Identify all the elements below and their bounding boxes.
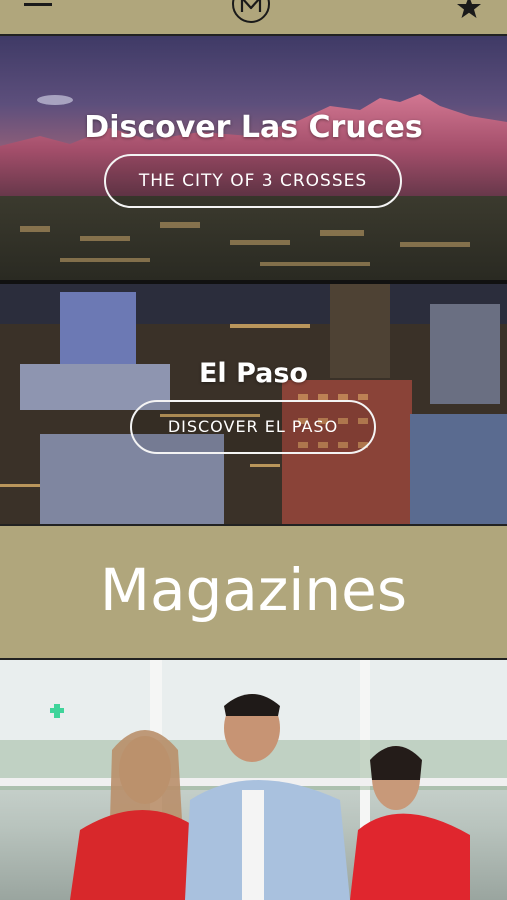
magazine-cover-image[interactable] [0,660,507,900]
star-icon[interactable] [457,0,481,18]
las-cruces-title: Discover Las Cruces [84,110,423,145]
people-photo [0,660,507,900]
logo-icon [232,0,270,23]
hamburger-menu-icon[interactable] [24,0,52,10]
city-of-3-crosses-button[interactable]: THE CITY OF 3 CROSSES [104,154,402,208]
top-bar [0,0,507,36]
magazines-title: Magazines [99,556,408,624]
app-screen: Discover Las Cruces THE CITY OF 3 CROSSE… [0,0,507,900]
el-paso-title: El Paso [198,358,308,389]
magazines-banner[interactable]: Magazines [0,524,507,660]
el-paso-banner[interactable]: El Paso DISCOVER EL PASO [0,284,507,524]
discover-el-paso-button[interactable]: DISCOVER EL PASO [130,400,376,454]
las-cruces-banner[interactable]: Discover Las Cruces THE CITY OF 3 CROSSE… [0,36,507,280]
